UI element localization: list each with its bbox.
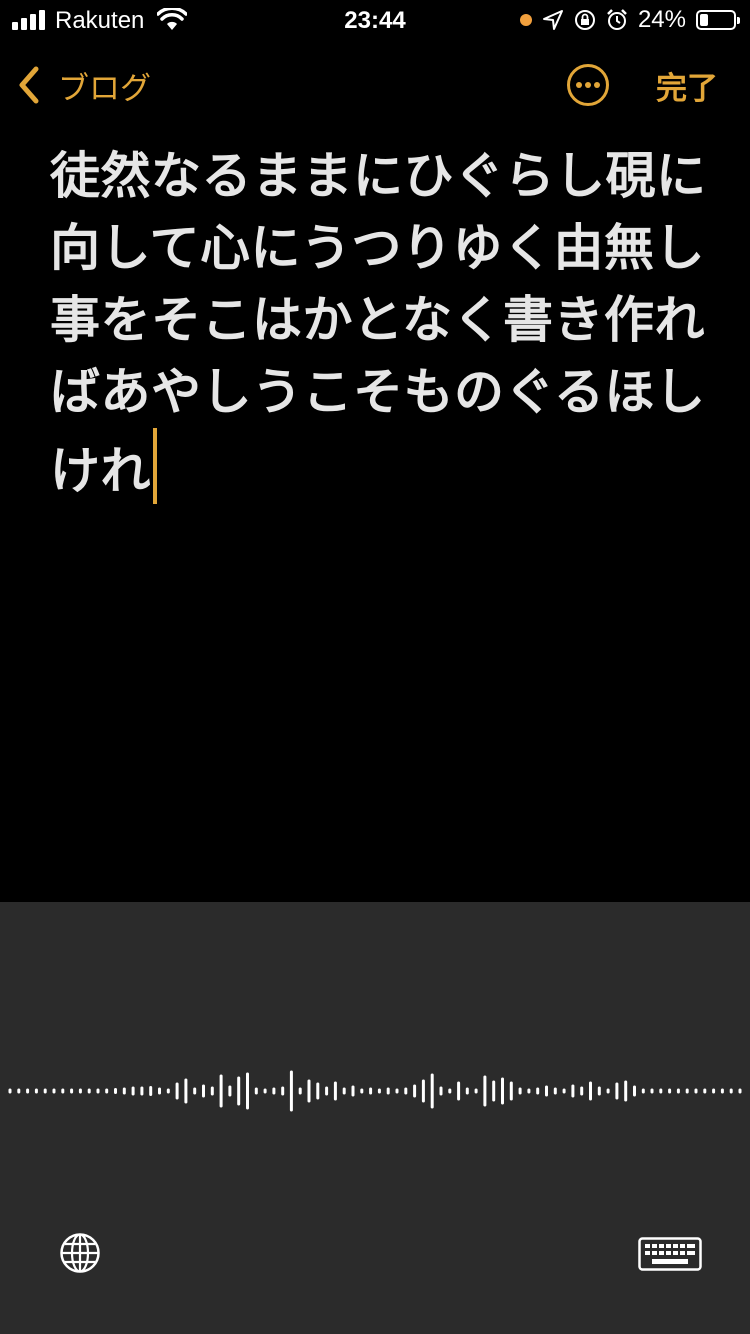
- more-options-icon[interactable]: [566, 63, 610, 107]
- status-bar: Rakuten 23:44 24%: [0, 0, 750, 40]
- notes-screen: Rakuten 23:44 24% ブログ 完了 徒然なるままにひぐらし硯に向し…: [0, 0, 750, 1334]
- nav-bar: ブログ 完了: [0, 50, 750, 120]
- alarm-icon: [607, 9, 627, 30]
- keyboard-icon[interactable]: [638, 1237, 702, 1271]
- battery-level: [700, 14, 708, 26]
- orientation-lock-icon: [574, 10, 595, 30]
- chevron-left-icon: [19, 66, 39, 104]
- globe-icon[interactable]: [59, 1232, 101, 1274]
- battery-icon: [696, 10, 740, 30]
- note-text: 徒然なるままにひぐらし硯に向して心にうつりゆく由無し事をそこはかとなく書き作れば…: [50, 147, 707, 500]
- mic-in-use-indicator: [519, 14, 532, 26]
- location-arrow-icon: [542, 10, 563, 30]
- dictation-panel: [0, 902, 750, 1334]
- back-button[interactable]: ブログ: [14, 60, 151, 110]
- done-button[interactable]: 完了: [656, 63, 718, 108]
- back-button-label: ブログ: [58, 70, 151, 107]
- text-cursor: [153, 428, 157, 504]
- dictation-waveform: [8, 1070, 742, 1112]
- status-icons: 24%: [519, 6, 740, 34]
- battery-percent: 24%: [637, 6, 686, 33]
- note-body[interactable]: 徒然なるままにひぐらし硯に向して心にうつりゆく由無し事をそこはかとなく書き作れば…: [50, 140, 710, 507]
